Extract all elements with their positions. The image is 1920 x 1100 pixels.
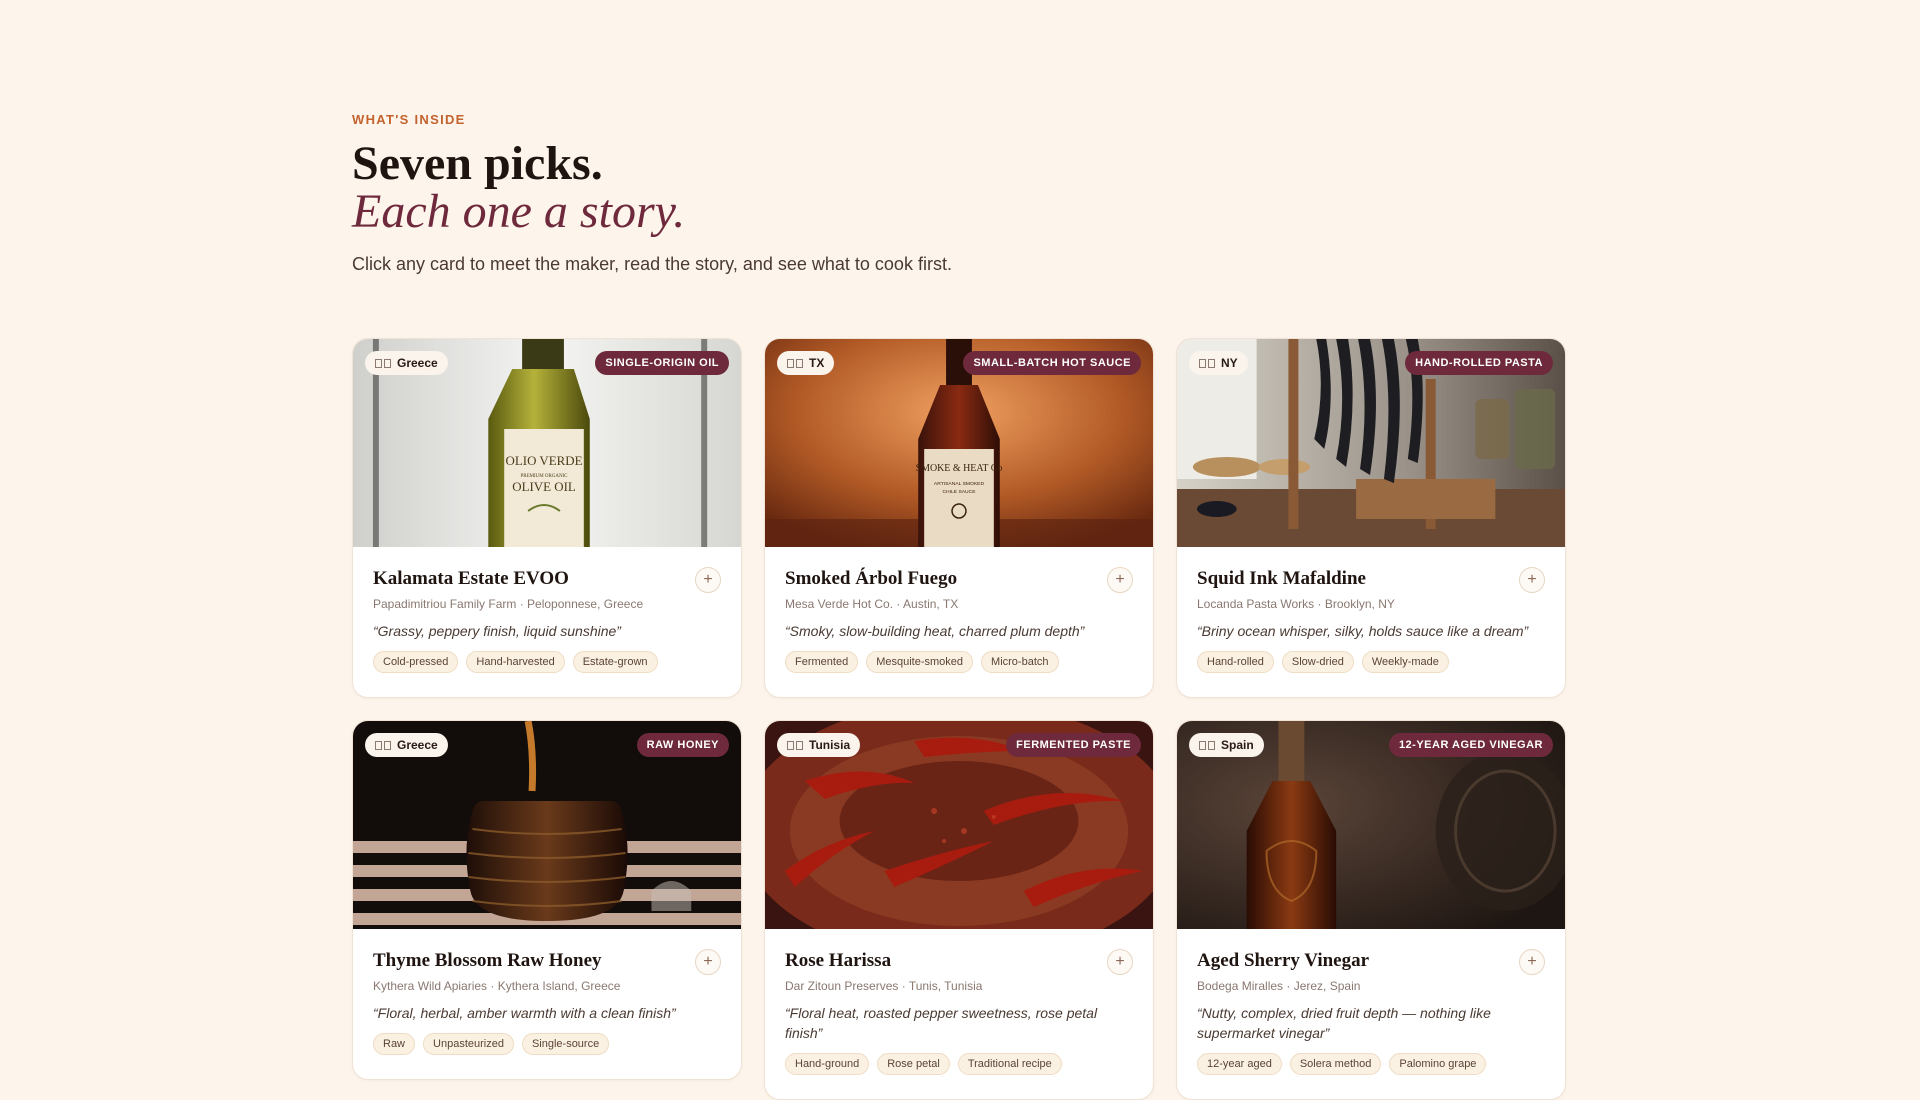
product-name: Aged Sherry Vinegar (1197, 950, 1370, 971)
tag: Cold-pressed (373, 651, 459, 673)
product-maker: Kythera Wild Apiaries · Kythera Island, … (373, 979, 621, 993)
vinegar-bottle-photo: Spain 12-YEAR AGED VINEGAR (1177, 721, 1565, 929)
product-tags: Fermented Mesquite-smoked Micro-batch (785, 651, 1133, 673)
origin-badge: Greece (365, 733, 448, 757)
category-badge: SINGLE-ORIGIN OIL (595, 351, 729, 375)
expand-card-button[interactable]: + (1519, 949, 1545, 975)
origin-label: Spain (1221, 738, 1254, 752)
category-badge: HAND-ROLLED PASTA (1405, 351, 1553, 375)
hot-sauce-bottle-photo: SMOKE & HEAT Co ARTISANAL SMOKED CHILE S… (765, 339, 1153, 547)
flag-icon (787, 740, 803, 750)
category-badge: RAW HONEY (636, 733, 729, 757)
bottle-label-line3: CHILE SAUCE (942, 489, 976, 495)
product-card-rose-harissa[interactable]: Tunisia FERMENTED PASTE Rose Harissa + D… (764, 720, 1154, 1100)
origin-label: Tunisia (809, 738, 851, 752)
product-quote: “Floral heat, roasted pepper sweetness, … (785, 1005, 1098, 1041)
pasta-drying-rack-photo: NY HAND-ROLLED PASTA (1177, 339, 1565, 547)
flag-icon (1199, 358, 1215, 368)
origin-badge: Greece (365, 351, 448, 375)
tag: Slow-dried (1281, 651, 1354, 673)
category-badge: 12-YEAR AGED VINEGAR (1388, 733, 1553, 757)
product-quote: “Grassy, peppery finish, liquid sunshine… (373, 623, 621, 639)
bottle-label-line1: SMOKE & HEAT Co (916, 463, 1003, 474)
origin-label: NY (1221, 356, 1238, 370)
product-tags: Hand-ground Rose petal Traditional recip… (785, 1053, 1133, 1075)
tag: Hand-rolled (1197, 651, 1274, 673)
plus-icon: + (1115, 571, 1125, 588)
tag: 12-year aged (1197, 1053, 1282, 1075)
plus-icon: + (703, 953, 713, 970)
expand-card-button[interactable]: + (1519, 567, 1545, 593)
tag: Fermented (785, 651, 859, 673)
origin-badge: NY (1189, 351, 1248, 375)
tag: Weekly-made (1361, 651, 1449, 673)
section-description: Click any card to meet the maker, read t… (352, 254, 952, 274)
product-card-aged-sherry-vinegar[interactable]: Spain 12-YEAR AGED VINEGAR Aged Sherry V… (1176, 720, 1566, 1100)
flag-icon (787, 358, 803, 368)
expand-card-button[interactable]: + (695, 567, 721, 593)
tag: Micro-batch (981, 651, 1059, 673)
product-name: Squid Ink Mafaldine (1197, 568, 1366, 589)
tag: Traditional recipe (957, 1053, 1062, 1075)
plus-icon: + (1527, 953, 1537, 970)
bottle-label-line1: OLIO VERDE (506, 453, 583, 468)
product-maker: Mesa Verde Hot Co. · Austin, TX (785, 597, 959, 611)
product-quote: “Briny ocean whisper, silky, holds sauce… (1197, 623, 1529, 639)
tag: Mesquite-smoked (866, 651, 974, 673)
product-card-kalamata-evoo[interactable]: OLIO VERDE PREMIUM ORGANIC OLIVE OIL Gre… (352, 338, 742, 698)
tag: Solera method (1289, 1053, 1382, 1075)
product-tags: 12-year aged Solera method Palomino grap… (1197, 1053, 1545, 1075)
tag: Rose petal (877, 1053, 950, 1075)
product-name: Kalamata Estate EVOO (373, 568, 569, 589)
product-tags: Hand-rolled Slow-dried Weekly-made (1197, 651, 1545, 673)
olive-oil-bottle-photo: OLIO VERDE PREMIUM ORGANIC OLIVE OIL Gre… (353, 339, 741, 547)
product-card-squid-ink-mafaldine[interactable]: NY HAND-ROLLED PASTA Squid Ink Mafaldine… (1176, 338, 1566, 698)
expand-card-button[interactable]: + (695, 949, 721, 975)
tag: Estate-grown (572, 651, 658, 673)
category-badge: FERMENTED PASTE (1006, 733, 1141, 757)
product-quote: “Smoky, slow-building heat, charred plum… (785, 623, 1085, 639)
tag: Hand-ground (785, 1053, 870, 1075)
product-quote: “Nutty, complex, dried fruit depth — not… (1197, 1005, 1491, 1041)
category-badge: SMALL-BATCH HOT SAUCE (963, 351, 1141, 375)
plus-icon: + (703, 571, 713, 588)
product-name: Rose Harissa (785, 950, 892, 971)
tag: Raw (373, 1033, 416, 1055)
origin-badge: Tunisia (777, 733, 861, 757)
tag: Palomino grape (1389, 1053, 1487, 1075)
product-tags: Cold-pressed Hand-harvested Estate-grown (373, 651, 721, 673)
expand-card-button[interactable]: + (1107, 567, 1133, 593)
product-tags: Raw Unpasteurized Single-source (373, 1033, 721, 1055)
product-maker: Locanda Pasta Works · Brooklyn, NY (1197, 597, 1395, 611)
expand-card-button[interactable]: + (1107, 949, 1133, 975)
product-card-smoked-arbol-fuego[interactable]: SMOKE & HEAT Co ARTISANAL SMOKED CHILE S… (764, 338, 1154, 698)
section-subtitle: Each one a story. (352, 185, 686, 238)
origin-badge: TX (777, 351, 835, 375)
flag-icon (375, 358, 391, 368)
product-name: Thyme Blossom Raw Honey (373, 950, 602, 971)
honey-jar-photo: Greece RAW HONEY (353, 721, 741, 929)
flag-icon (375, 740, 391, 750)
origin-label: TX (809, 356, 825, 370)
plus-icon: + (1527, 571, 1537, 588)
product-maker: Bodega Miralles · Jerez, Spain (1197, 979, 1361, 993)
product-card-thyme-blossom-honey[interactable]: Greece RAW HONEY Thyme Blossom Raw Honey… (352, 720, 742, 1080)
product-name: Smoked Árbol Fuego (785, 568, 958, 589)
plus-icon: + (1115, 953, 1125, 970)
tag: Unpasteurized (423, 1033, 514, 1055)
product-quote: “Floral, herbal, amber warmth with a cle… (373, 1005, 676, 1021)
tag: Single-source (521, 1033, 610, 1055)
bottle-label-line2: ARTISANAL SMOKED (934, 481, 985, 487)
product-maker: Dar Zitoun Preserves · Tunis, Tunisia (785, 979, 983, 993)
bottle-label-line3: OLIVE OIL (512, 479, 576, 494)
section-eyebrow: WHAT'S INSIDE (352, 112, 466, 127)
origin-label: Greece (397, 738, 438, 752)
flag-icon (1199, 740, 1215, 750)
origin-label: Greece (397, 356, 438, 370)
harissa-bowl-photo: Tunisia FERMENTED PASTE (765, 721, 1153, 929)
tag: Hand-harvested (466, 651, 565, 673)
origin-badge: Spain (1189, 733, 1264, 757)
product-maker: Papadimitriou Family Farm · Peloponnese,… (373, 597, 644, 611)
